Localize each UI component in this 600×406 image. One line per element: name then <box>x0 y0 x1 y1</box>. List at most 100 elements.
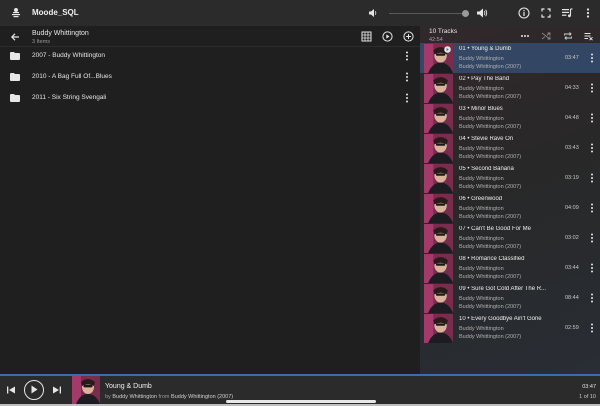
track-duration: 04:48 <box>565 115 579 121</box>
queue-title: 10 Tracks <box>429 28 458 35</box>
track-artist: Buddy Whittington <box>459 206 504 212</box>
add-all-icon[interactable] <box>403 31 414 42</box>
more-vertical-icon[interactable] <box>403 51 411 61</box>
repeat-icon[interactable] <box>563 31 573 41</box>
skip-next-icon[interactable] <box>52 385 62 395</box>
track-album: Buddy Whittington (2007) <box>459 184 522 190</box>
more-vertical-icon[interactable] <box>588 143 596 153</box>
volume-down-icon[interactable] <box>368 8 378 18</box>
grid-view-icon[interactable] <box>361 31 372 42</box>
track-album: Buddy Whittington (2007) <box>459 274 522 280</box>
now-playing-title: Young & Dumb <box>105 383 152 390</box>
queue-track-row[interactable]: 01 • Young & Dumb Buddy Whittington Buddy … <box>420 43 600 73</box>
track-duration: 03:19 <box>565 175 579 181</box>
track-album: Buddy Whittington (2007) <box>459 154 522 160</box>
track-cover-art <box>424 254 453 283</box>
track-artist: Buddy Whittington <box>459 236 504 242</box>
queue-track-row[interactable]: 02 • Pay The Band Buddy Whittington Buddy … <box>420 73 600 103</box>
browse-pane: Buddy Whittington 3 Items 2007 - Buddy W… <box>0 26 420 374</box>
queue-track-row[interactable]: 03 • Minor Blues Buddy Whittington Buddy W… <box>420 103 600 133</box>
track-duration: 03:43 <box>565 145 579 151</box>
now-playing-cover-art[interactable] <box>72 376 100 404</box>
track-artist: Buddy Whittington <box>459 86 504 92</box>
track-title: 10 • Every Goodbye Ain't Gone <box>459 316 542 322</box>
volume-slider[interactable] <box>389 13 469 14</box>
more-vertical-icon[interactable] <box>588 83 596 93</box>
now-playing-album[interactable]: Buddy Whittington (2007) <box>171 394 233 400</box>
track-duration: 03:44 <box>565 265 579 271</box>
queue-track-row[interactable]: 06 • Greenwood Buddy Whittington Buddy Whi… <box>420 193 600 223</box>
track-title: 03 • Minor Blues <box>459 106 503 112</box>
fullscreen-icon[interactable] <box>540 7 552 19</box>
shuffle-icon[interactable] <box>541 31 551 41</box>
album-item[interactable]: 2011 - Six String Svengali <box>0 88 420 109</box>
track-album: Buddy Whittington (2007) <box>459 334 522 340</box>
more-vertical-icon[interactable] <box>588 323 596 333</box>
more-vertical-icon[interactable] <box>582 7 594 19</box>
track-album: Buddy Whittington (2007) <box>459 214 522 220</box>
queue-track-row[interactable]: 09 • Sure Got Cold After The R... Buddy W… <box>420 283 600 313</box>
track-album: Buddy Whittington (2007) <box>459 94 522 100</box>
track-cover-art <box>424 314 453 343</box>
track-album: Buddy Whittington (2007) <box>459 124 522 130</box>
volume-up-icon[interactable] <box>476 7 488 19</box>
track-artist: Buddy Whittington <box>459 56 504 62</box>
track-album: Buddy Whittington (2007) <box>459 304 522 310</box>
app-window: Moode_SQL Buddy Whittington 3 Items 2007… <box>0 0 600 404</box>
now-playing-indicator-icon <box>444 46 451 53</box>
skip-previous-icon[interactable] <box>6 385 16 395</box>
play-all-icon[interactable] <box>382 31 393 42</box>
queue-track-row[interactable]: 08 • Romance Classified Buddy Whittington… <box>420 253 600 283</box>
track-artist: Buddy Whittington <box>459 176 504 182</box>
track-duration: 02:59 <box>565 325 579 331</box>
by-label: by <box>105 394 111 400</box>
more-vertical-icon[interactable] <box>588 293 596 303</box>
track-duration: 04:09 <box>565 205 579 211</box>
app-title: Moode_SQL <box>32 8 79 17</box>
more-vertical-icon[interactable] <box>588 173 596 183</box>
home-indicator <box>226 400 376 403</box>
clear-queue-icon[interactable] <box>584 31 594 41</box>
more-vertical-icon[interactable] <box>588 113 596 123</box>
more-vertical-icon[interactable] <box>588 203 596 213</box>
queue-track-row[interactable]: 07 • Can't Be Good For Me Buddy Whittingt… <box>420 223 600 253</box>
now-playing-time: 03:47 <box>582 384 596 390</box>
queue-track-row[interactable]: 05 • Second Banana Buddy Whittington Buddy… <box>420 163 600 193</box>
more-vertical-icon[interactable] <box>588 233 596 243</box>
album-name: 2007 - Buddy Whittington <box>32 52 105 59</box>
more-vertical-icon[interactable] <box>403 72 411 82</box>
back-arrow-icon[interactable] <box>10 32 20 42</box>
volume-slider-handle[interactable] <box>461 10 469 17</box>
track-title: 05 • Second Banana <box>459 166 514 172</box>
queue-track-row[interactable]: 04 • Stevie Rave On Buddy Whittington Budd… <box>420 133 600 163</box>
track-title: 01 • Young & Dumb <box>459 46 512 52</box>
track-title: 02 • Pay The Band <box>459 76 510 82</box>
play-button[interactable] <box>24 380 44 400</box>
queue-music-icon[interactable] <box>561 7 573 19</box>
track-cover-art <box>424 194 453 223</box>
track-duration: 03:47 <box>565 55 579 61</box>
track-cover-art <box>424 134 453 163</box>
top-bar: Moode_SQL <box>0 0 600 26</box>
folder-icon <box>10 52 20 60</box>
more-vertical-icon[interactable] <box>588 263 596 273</box>
track-album: Buddy Whittington (2007) <box>459 64 522 70</box>
track-title: 09 • Sure Got Cold After The R... <box>459 286 547 292</box>
track-cover-art <box>424 104 453 133</box>
more-vertical-icon[interactable] <box>403 93 411 103</box>
more-vertical-icon[interactable] <box>588 53 596 63</box>
info-icon[interactable] <box>518 7 530 19</box>
album-item[interactable]: 2007 - Buddy Whittington <box>0 46 420 67</box>
more-horizontal-icon[interactable] <box>520 31 530 41</box>
track-artist: Buddy Whittington <box>459 266 504 272</box>
queue-track-row[interactable]: 10 • Every Goodbye Ain't Gone Buddy Whitt… <box>420 313 600 343</box>
browse-artist-title: Buddy Whittington <box>32 30 89 37</box>
track-artist: Buddy Whittington <box>459 146 504 152</box>
track-title: 08 • Romance Classified <box>459 256 525 262</box>
track-artist: Buddy Whittington <box>459 326 504 332</box>
album-name: 2010 - A Bag Full Of...Blues <box>32 73 112 80</box>
now-playing-queue-position: 1 of 10 <box>579 394 596 400</box>
album-item[interactable]: 2010 - A Bag Full Of...Blues <box>0 67 420 88</box>
now-playing-artist[interactable]: Buddy Whittington <box>112 394 157 400</box>
from-label: from <box>158 394 170 400</box>
